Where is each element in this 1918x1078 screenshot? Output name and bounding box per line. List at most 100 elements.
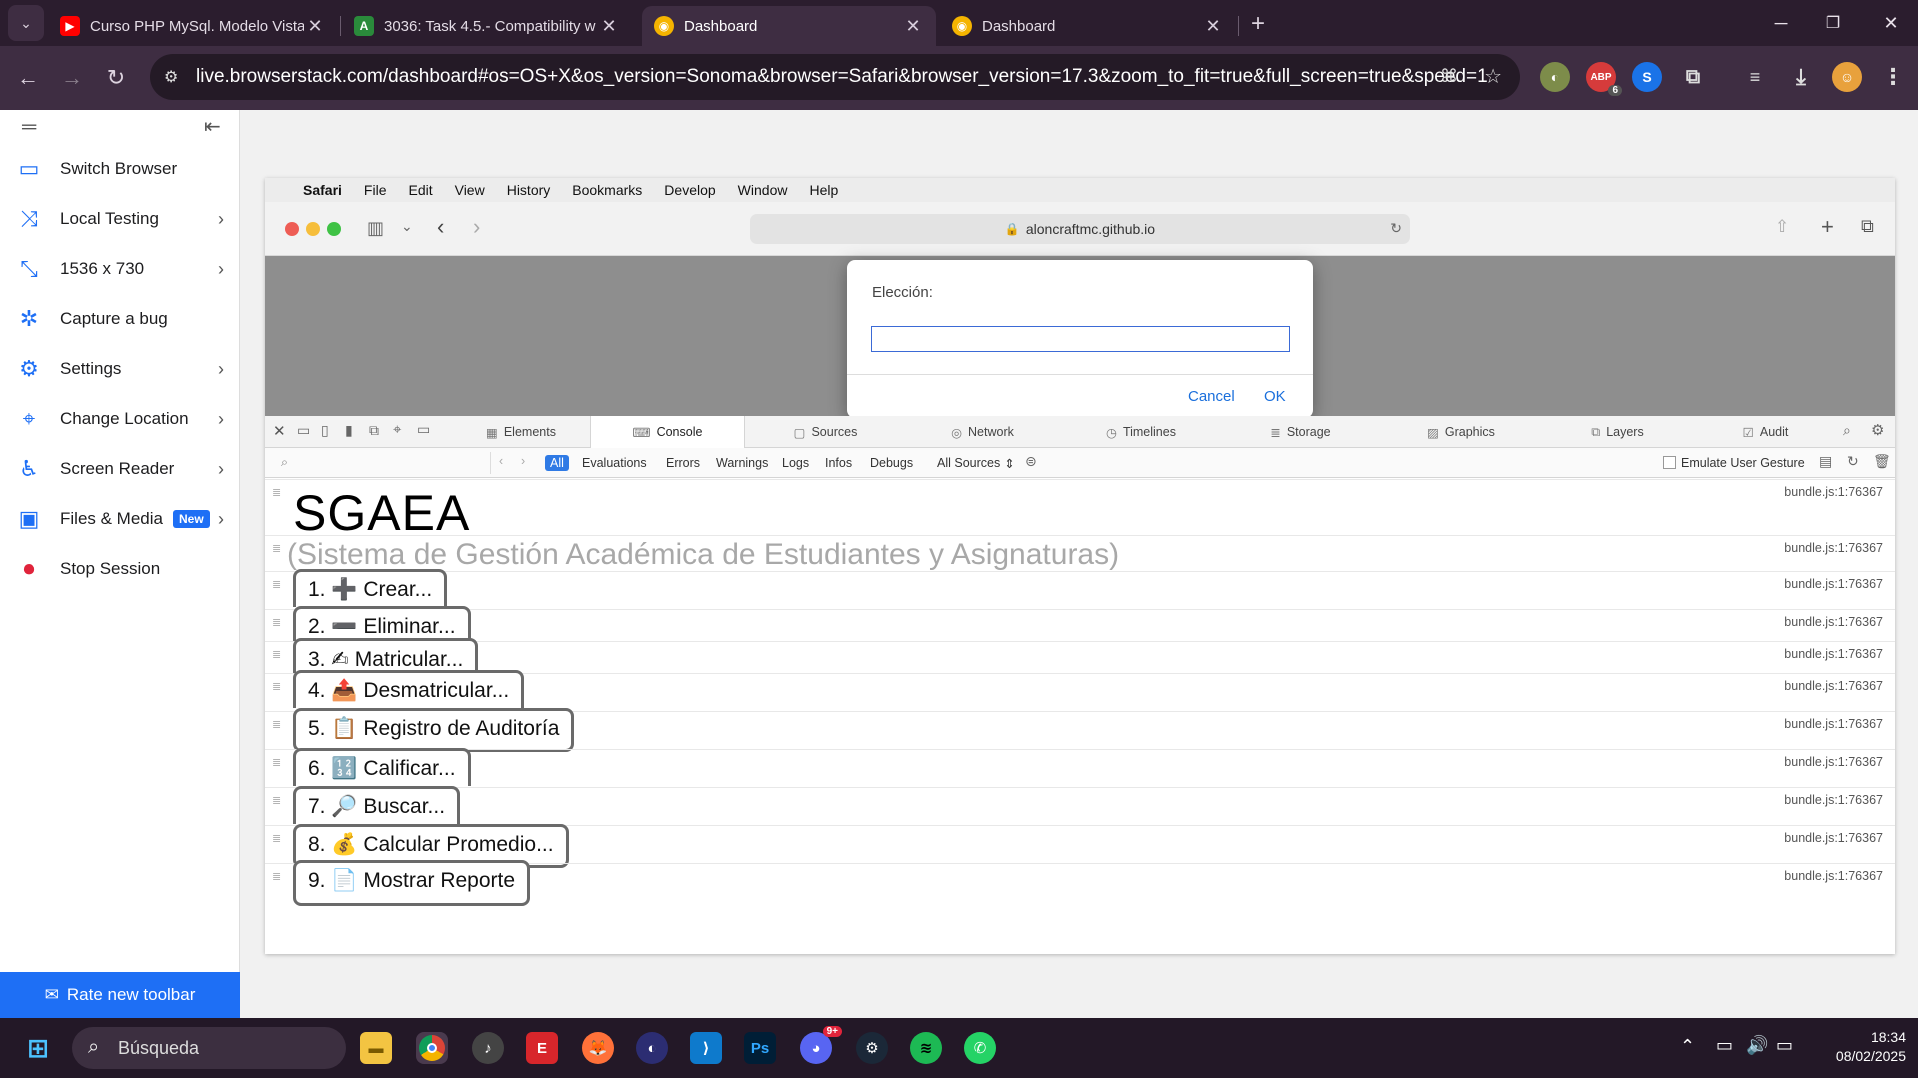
translate-icon[interactable]: ⌘ <box>1440 66 1458 87</box>
bs-stop-session[interactable]: ⏺ Stop Session <box>0 544 240 594</box>
element-picker-icon[interactable]: ⌖ <box>393 421 401 438</box>
filter-all[interactable]: All <box>545 455 569 471</box>
back-icon[interactable]: ← <box>10 60 46 96</box>
menu-window[interactable]: Window <box>738 182 788 198</box>
taskbar-clock[interactable]: 18:34 08/02/2025 <box>1810 1028 1906 1066</box>
sidebar-toggle-icon[interactable]: ▥ <box>367 218 384 239</box>
console-filter-input[interactable]: ⌕ <box>271 452 491 474</box>
next-match-icon[interactable]: › <box>521 454 525 468</box>
share-icon[interactable]: ⇧ <box>1775 217 1789 237</box>
source-link[interactable]: bundle.js:1:76367 <box>1784 647 1883 661</box>
site-settings-icon[interactable]: ⚙ <box>164 67 184 87</box>
gear-icon[interactable]: ⚙ <box>1871 421 1884 439</box>
new-tab-button[interactable]: + <box>1240 6 1276 42</box>
clear-console-icon[interactable]: 🗑 <box>1873 453 1891 470</box>
source-link[interactable]: bundle.js:1:76367 <box>1784 679 1883 693</box>
network-icon[interactable]: ▭ <box>1716 1035 1733 1056</box>
bs-screen-reader[interactable]: ♿ Screen Reader › <box>0 444 240 494</box>
source-link[interactable]: bundle.js:1:76367 <box>1784 541 1883 555</box>
windows-start-icon[interactable]: ⊞ <box>22 1032 54 1064</box>
restore-window-icon[interactable]: ❐ <box>1810 8 1856 38</box>
bs-resolution[interactable]: ⤡ 1536 x 730 › <box>0 244 240 294</box>
undock-icon[interactable]: ⧉ <box>369 422 379 439</box>
remote-mac-screen[interactable]: Safari File Edit View History Bookmarks … <box>265 178 1895 954</box>
hamburger-icon[interactable]: ═ <box>22 116 36 139</box>
menu-bookmarks[interactable]: Bookmarks <box>572 182 642 198</box>
bs-switch-browser[interactable]: ▭ Switch Browser <box>0 144 240 194</box>
cancel-button[interactable]: Cancel <box>1188 388 1235 405</box>
reload-console-icon[interactable]: ↻ <box>1847 453 1859 470</box>
browser-tab-3[interactable]: ◉ Dashboard ✕ <box>642 6 936 46</box>
adblock-extension-icon[interactable]: ABP 6 <box>1586 62 1622 96</box>
source-link[interactable]: bundle.js:1:76367 <box>1784 615 1883 629</box>
bs-local-testing[interactable]: ⤨ Local Testing › <box>0 194 240 244</box>
close-devtools-icon[interactable]: ✕ <box>273 422 286 440</box>
source-link[interactable]: bundle.js:1:76367 <box>1784 831 1883 845</box>
source-link[interactable]: bundle.js:1:76367 <box>1784 717 1883 731</box>
media-control-icon[interactable]: ≡ <box>1740 62 1770 92</box>
dock-right-icon[interactable]: ▯ <box>321 422 329 439</box>
bs-change-location[interactable]: ⌖ Change Location › <box>0 394 240 444</box>
previous-match-icon[interactable]: ‹ <box>499 454 503 468</box>
tab-console[interactable]: ⌨ Console <box>590 416 745 448</box>
menu-develop[interactable]: Develop <box>664 182 715 198</box>
collapse-toolbar-icon[interactable]: ⇤ <box>204 114 221 139</box>
emulate-gesture-checkbox[interactable] <box>1663 456 1676 469</box>
volume-icon[interactable]: 🔊 <box>1746 1035 1768 1056</box>
taskbar-search[interactable]: ⌕ Búsqueda <box>72 1027 346 1069</box>
forward-icon[interactable]: › <box>473 214 480 240</box>
close-traffic-light[interactable] <box>285 222 299 236</box>
menu-edit[interactable]: Edit <box>408 182 432 198</box>
device-settings-icon[interactable]: ▭ <box>417 421 430 438</box>
browser-tab-1[interactable]: ▶ Curso PHP MySql. Modelo Vista ✕ <box>48 6 338 46</box>
minimize-traffic-light[interactable] <box>306 222 320 236</box>
ok-button[interactable]: OK <box>1264 388 1286 405</box>
menu-view[interactable]: View <box>455 182 485 198</box>
tab-storage[interactable]: ≣ Storage <box>1223 416 1378 448</box>
search-icon[interactable]: ⌕ <box>1843 422 1851 439</box>
rate-toolbar-button[interactable]: ✉ Rate new toolbar <box>0 972 240 1018</box>
bs-capture-bug[interactable]: ✲ Capture a bug <box>0 294 240 344</box>
source-link[interactable]: bundle.js:1:76367 <box>1784 577 1883 591</box>
filter-errors[interactable]: Errors <box>661 455 705 471</box>
firefox-icon[interactable]: 🦊 <box>582 1032 614 1064</box>
tab-elements[interactable]: ▦ Elements <box>457 416 585 448</box>
bookmark-star-icon[interactable]: ☆ <box>1484 64 1502 89</box>
safari-address-bar[interactable]: 🔒 aloncraftmc.github.io ↻ <box>750 214 1410 244</box>
tab-audit[interactable]: ☑ Audit <box>1693 416 1838 448</box>
source-link[interactable]: bundle.js:1:76367 <box>1784 869 1883 883</box>
forward-icon[interactable]: → <box>54 60 90 96</box>
filter-infos[interactable]: Infos <box>820 455 857 471</box>
chrome-icon[interactable] <box>416 1032 448 1064</box>
tab-network[interactable]: ◎ Network <box>905 416 1060 448</box>
source-link[interactable]: bundle.js:1:76367 <box>1784 793 1883 807</box>
extension-avatar-icon[interactable]: ◐ <box>1540 62 1570 92</box>
menu-help[interactable]: Help <box>809 182 838 198</box>
chevron-down-icon[interactable]: ⌄ <box>401 218 413 235</box>
tab-search-chevron-icon[interactable]: ⌄ <box>8 5 44 41</box>
spotify-icon[interactable]: ≋ <box>910 1032 942 1064</box>
show-hidden-icons-chevron[interactable]: ⌃ <box>1680 1036 1695 1057</box>
profile-avatar[interactable]: ☺ <box>1832 62 1862 92</box>
close-tab-icon[interactable]: ✕ <box>304 16 326 37</box>
tab-layers[interactable]: ⧉ Layers <box>1545 416 1690 448</box>
eclipse-icon[interactable]: ◐ <box>636 1032 668 1064</box>
reload-icon[interactable]: ↻ <box>1390 220 1402 237</box>
vscode-icon[interactable]: ⟩ <box>690 1032 722 1064</box>
dock-bottom-icon[interactable]: ▭ <box>297 422 310 439</box>
tab-graphics[interactable]: ▨ Graphics <box>1381 416 1541 448</box>
source-link[interactable]: bundle.js:1:76367 <box>1784 755 1883 769</box>
photoshop-icon[interactable]: Ps <box>744 1032 776 1064</box>
extensions-puzzle-icon[interactable]: ⧉ <box>1678 62 1708 92</box>
browser-tab-4[interactable]: ◉ Dashboard ✕ <box>940 6 1236 46</box>
filter-options-icon[interactable]: ⊜ <box>1025 453 1037 470</box>
filter-all-sources[interactable]: All Sources ⇕ <box>932 455 1020 471</box>
menu-safari[interactable]: Safari <box>303 182 342 198</box>
zoom-traffic-light[interactable] <box>327 222 341 236</box>
filter-logs[interactable]: Logs <box>777 455 814 471</box>
prompt-input[interactable] <box>871 326 1290 352</box>
back-icon[interactable]: ‹ <box>437 214 444 240</box>
discord-icon[interactable]: ◕ 9+ <box>800 1026 842 1064</box>
menu-history[interactable]: History <box>507 182 551 198</box>
file-explorer-icon[interactable]: ▬ <box>360 1032 392 1064</box>
